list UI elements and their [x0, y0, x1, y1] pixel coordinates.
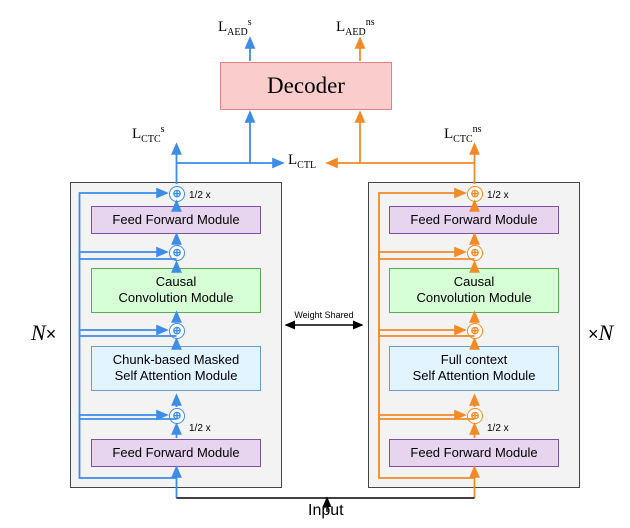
input-label: Input	[308, 502, 344, 520]
decoder-box: Decoder	[220, 62, 392, 110]
streaming-encoder-block: Feed Forward Module Causal Convolution M…	[70, 182, 282, 488]
residual-add-icon: ⊕	[467, 408, 483, 424]
residual-add-icon: ⊕	[169, 408, 185, 424]
weight-shared-label: Weight Shared	[289, 310, 359, 320]
conv-module-right: Causal Convolution Module	[389, 268, 559, 313]
loss-ctc-s: LCTCs	[132, 124, 165, 145]
residual-add-icon: ⊕	[169, 323, 185, 339]
loss-ctl: LCTL	[288, 152, 316, 171]
nonstreaming-encoder-block: Feed Forward Module Causal Convolution M…	[368, 182, 580, 488]
ff-module-bottom-right: Feed Forward Module	[389, 439, 559, 467]
repeat-left: N×	[31, 320, 56, 346]
ff-module-bottom-left: Feed Forward Module	[91, 439, 261, 467]
half-label: 1/2 x	[189, 423, 211, 434]
residual-add-icon: ⊕	[169, 245, 185, 261]
residual-add-icon: ⊕	[467, 186, 483, 202]
attn-module-right: Full context Self Attention Module	[389, 346, 559, 391]
loss-ctc-ns: LCTCns	[444, 124, 482, 145]
half-label: 1/2 x	[487, 190, 509, 201]
residual-add-icon: ⊕	[467, 323, 483, 339]
half-label: 1/2 x	[487, 423, 509, 434]
conv-module-left: Causal Convolution Module	[91, 268, 261, 313]
loss-aed-ns: LAEDns	[336, 17, 375, 38]
ff-module-top-right: Feed Forward Module	[389, 206, 559, 234]
residual-add-icon: ⊕	[467, 245, 483, 261]
decoder-label: Decoder	[267, 73, 345, 99]
loss-aed-s: LAEDs	[218, 17, 252, 38]
ff-module-top-left: Feed Forward Module	[91, 206, 261, 234]
residual-add-icon: ⊕	[169, 186, 185, 202]
repeat-right: ×N	[588, 320, 613, 346]
attn-module-left: Chunk-based Masked Self Attention Module	[91, 346, 261, 391]
half-label: 1/2 x	[189, 190, 211, 201]
